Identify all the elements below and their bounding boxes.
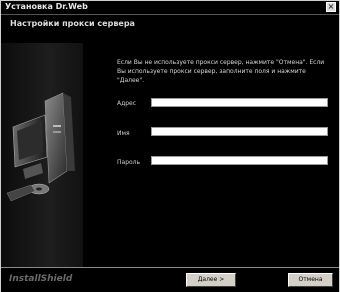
name-input[interactable] xyxy=(151,127,328,136)
title-bar: Установка Dr.Web × xyxy=(1,1,339,15)
close-icon[interactable]: × xyxy=(326,2,336,12)
info-text: Если Вы не используете прокси сервер, на… xyxy=(117,59,325,84)
address-label: Адрес xyxy=(117,100,137,107)
computer-icon xyxy=(6,92,75,202)
footer-bar: InstallShield Далее > Отмена xyxy=(1,267,339,292)
cancel-button[interactable]: Отмена xyxy=(288,273,333,287)
address-input[interactable] xyxy=(151,98,328,107)
installshield-logo: InstallShield xyxy=(9,274,73,284)
window-title: Установка Dr.Web xyxy=(5,2,88,11)
side-panel xyxy=(1,43,83,267)
content-area: Если Вы не используете прокси сервер, на… xyxy=(1,43,339,267)
password-input[interactable] xyxy=(151,156,328,165)
page-title: Настройки прокси сервера xyxy=(10,19,135,28)
name-label: Имя xyxy=(117,130,130,137)
next-button[interactable]: Далее > xyxy=(186,273,236,287)
password-label: Пароль xyxy=(117,159,141,166)
page-header: Настройки прокси сервера xyxy=(1,15,339,43)
installer-window: Установка Dr.Web × Настройки прокси серв… xyxy=(0,0,340,292)
form-panel: Если Вы не используете прокси сервер, на… xyxy=(83,43,339,267)
